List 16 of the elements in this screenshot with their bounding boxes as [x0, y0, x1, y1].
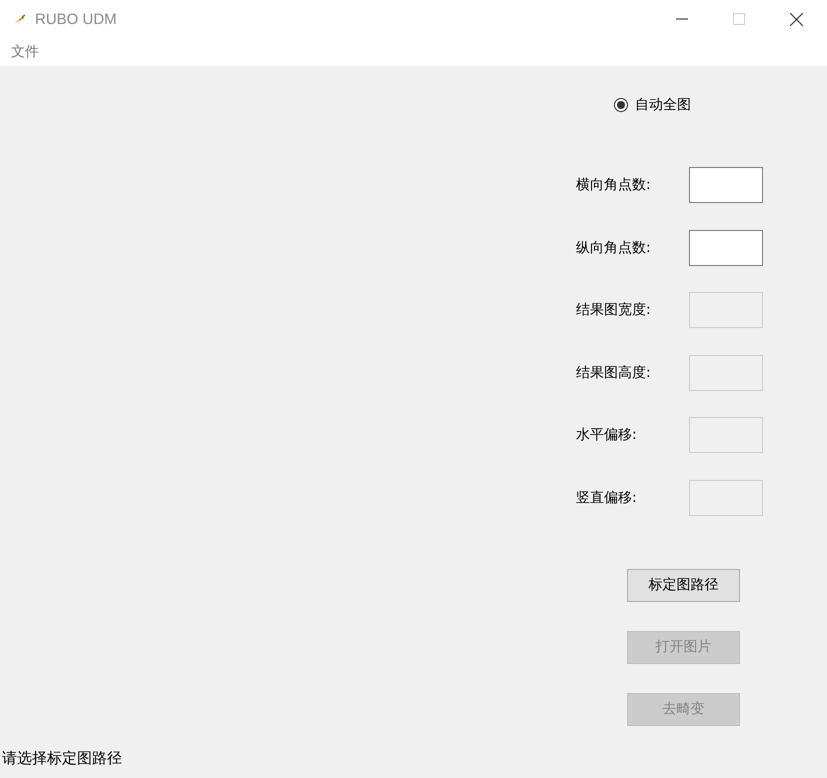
field-label: 结果图宽度:	[576, 301, 652, 319]
radio-label: 自动全图	[635, 96, 691, 114]
radio-button[interactable]	[614, 98, 628, 112]
field-label: 纵向角点数:	[576, 238, 652, 256]
field-label: 竖直偏移:	[576, 488, 638, 506]
window-title: RUBO UDM	[35, 10, 117, 28]
input-field[interactable]	[689, 167, 763, 203]
field-label: 结果图高度:	[576, 364, 652, 382]
field-label: 横向角点数:	[576, 176, 652, 194]
button[interactable]: 标定图路径	[627, 568, 740, 602]
close-icon[interactable]	[790, 12, 803, 26]
carrot-icon	[14, 14, 26, 24]
input-field[interactable]	[689, 230, 763, 266]
menu-item[interactable]: 文件	[11, 43, 39, 61]
status-text: 请选择标定图路径	[2, 749, 122, 768]
field-label: 水平偏移:	[576, 426, 638, 444]
